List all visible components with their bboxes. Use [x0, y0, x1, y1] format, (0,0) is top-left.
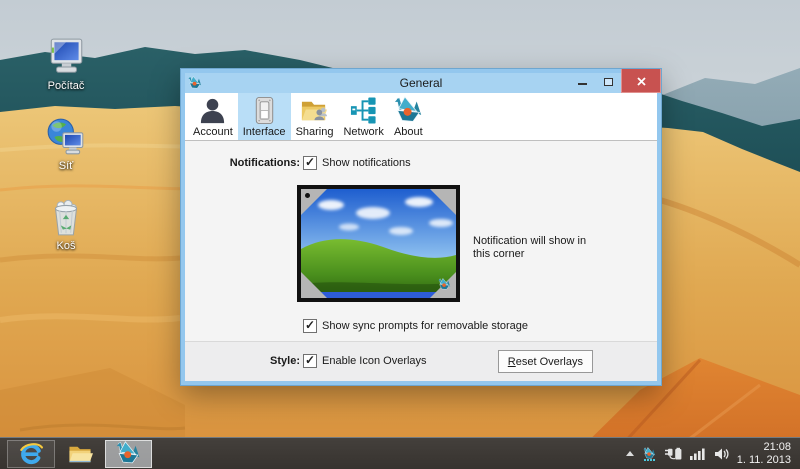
corner-selector-top-right[interactable]: [430, 189, 456, 215]
notifications-label: Notifications:: [185, 157, 300, 169]
titlebar[interactable]: General: [185, 73, 657, 93]
corner-caption: Notification will show in this corner: [473, 235, 597, 261]
volume-icon-button[interactable]: [714, 447, 730, 461]
notification-corner-preview: [297, 185, 460, 302]
clock-time: 21:08: [737, 441, 791, 454]
desktop-icon-label: Koš: [57, 240, 76, 252]
speaker-icon: [714, 447, 730, 461]
crane-icon: [394, 96, 423, 125]
sync-prompts-checkbox[interactable]: ✓: [303, 319, 317, 333]
system-tray: 21:08 1. 11. 2013: [625, 441, 800, 467]
computer-icon: [45, 36, 87, 78]
battery-plug-icon: [664, 446, 683, 461]
desktop-icon-recycle-bin[interactable]: Koš: [26, 196, 106, 252]
taskbar-file-explorer-button[interactable]: [57, 440, 103, 468]
tab-sharing[interactable]: Sharing: [291, 93, 339, 140]
maximize-button[interactable]: [595, 69, 621, 93]
chevron-up-icon: [625, 450, 635, 458]
reset-overlays-button[interactable]: Reset Overlays: [498, 350, 593, 373]
crane-notification-icon: [438, 278, 451, 291]
check-icon: ✓: [305, 355, 315, 365]
close-button[interactable]: [621, 69, 661, 93]
show-notifications-checkbox[interactable]: ✓: [303, 156, 317, 170]
recycle-bin-icon: [45, 196, 87, 238]
style-label: Style:: [185, 355, 300, 367]
check-icon: ✓: [305, 320, 315, 330]
tab-network[interactable]: Network: [338, 93, 388, 140]
settings-window: General Account: [181, 69, 661, 385]
desktop-icon-label: Síť: [59, 160, 74, 172]
check-icon: ✓: [305, 157, 315, 167]
tab-about[interactable]: About: [389, 93, 428, 140]
clock-date: 1. 11. 2013: [737, 454, 791, 467]
network-globe-icon: [45, 116, 87, 158]
tab-interface[interactable]: Interface: [238, 93, 291, 140]
minimize-icon: [578, 83, 587, 85]
shared-folder-icon: [300, 96, 329, 125]
crane-tray-icon-button[interactable]: [642, 447, 657, 461]
close-icon: [637, 77, 646, 86]
corner-selector-bottom-left[interactable]: [301, 272, 327, 298]
power-status-icon-button[interactable]: [664, 446, 683, 461]
network-status-icon-button[interactable]: [690, 447, 707, 460]
style-section: Style: ✓ Enable Icon Overlays Reset Over…: [185, 341, 657, 381]
taskbar: 21:08 1. 11. 2013: [0, 437, 800, 469]
show-hidden-icons-button[interactable]: [625, 450, 635, 458]
show-notifications-label: Show notifications: [322, 157, 411, 169]
sync-prompts-label: Show sync prompts for removable storage: [322, 320, 528, 332]
interface-panel: Notifications: ✓ Show notifications: [185, 141, 657, 341]
maximize-icon: [604, 78, 613, 86]
folder-icon: [67, 441, 93, 467]
network-hub-icon: [349, 96, 378, 125]
sync-progress-dots: [644, 459, 655, 461]
tab-account[interactable]: Account: [188, 93, 238, 140]
enable-overlays-checkbox[interactable]: ✓: [303, 354, 317, 368]
window-controls: [569, 69, 657, 93]
internet-explorer-icon: [18, 441, 44, 467]
light-switch-icon: [250, 96, 279, 125]
tab-strip: Account Interface: [185, 93, 657, 141]
taskbar-internet-explorer-button[interactable]: [7, 440, 55, 468]
desktop-icon-network[interactable]: Síť: [26, 116, 106, 172]
crane-app-icon: [116, 441, 141, 466]
user-icon: [198, 96, 227, 125]
minimize-button[interactable]: [569, 69, 595, 93]
signal-bars-icon: [690, 447, 707, 460]
desktop-screen: Počítač Síť Koš General: [0, 0, 800, 469]
taskbar-clock[interactable]: 21:08 1. 11. 2013: [737, 441, 791, 467]
selected-corner-dot: [305, 193, 310, 198]
desktop-icon-computer[interactable]: Počítač: [26, 36, 106, 92]
taskbar-crane-app-button[interactable]: [105, 440, 152, 468]
enable-overlays-label: Enable Icon Overlays: [322, 355, 427, 367]
desktop-icon-label: Počítač: [48, 80, 85, 92]
